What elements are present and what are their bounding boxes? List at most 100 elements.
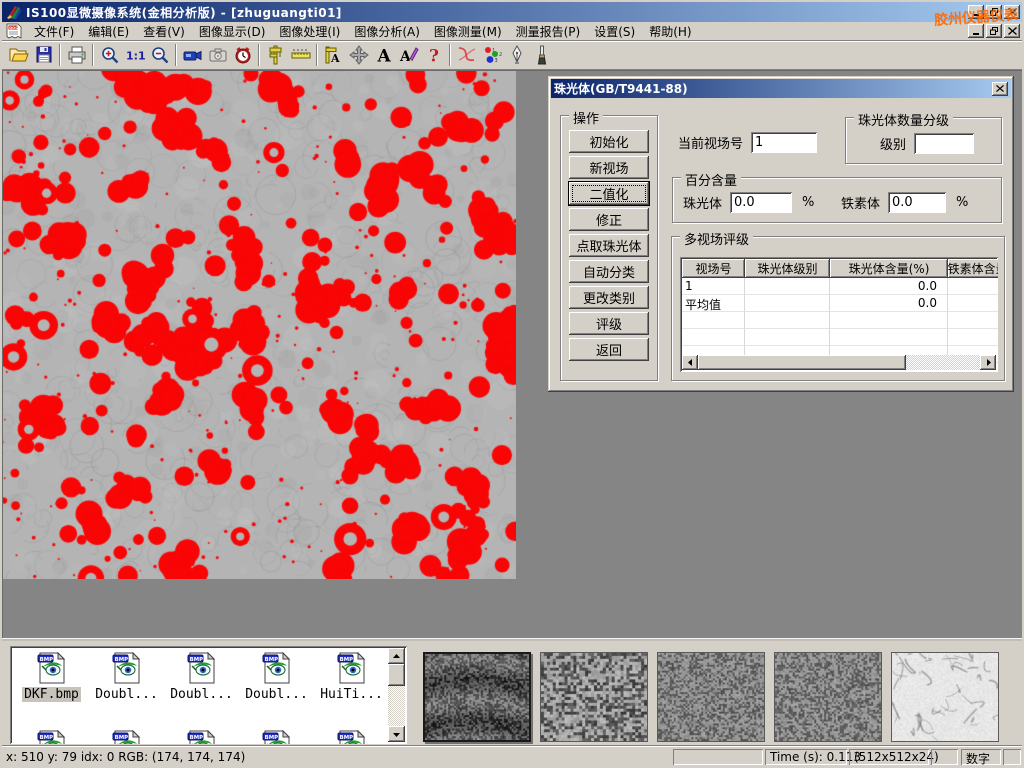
bmp-file-icon: BMP xyxy=(111,652,143,684)
table-row[interactable] xyxy=(682,312,998,329)
pearlite-percent-input[interactable] xyxy=(730,192,792,213)
video-camera-button[interactable] xyxy=(180,43,205,67)
mdi-minimize-button[interactable] xyxy=(968,24,984,38)
file-item-2[interactable]: BMPDoubl... xyxy=(164,652,239,702)
dialog-close-button[interactable] xyxy=(992,82,1008,96)
op-button-2[interactable]: 二值化 xyxy=(569,182,649,205)
classify-button[interactable]: 123 xyxy=(479,43,504,67)
preview-thumbnail-3[interactable] xyxy=(774,652,882,742)
ruler-button[interactable] xyxy=(288,43,313,67)
toolbar-separator xyxy=(258,44,260,66)
menu-item-9[interactable]: 帮助(H) xyxy=(642,21,698,42)
op-button-5[interactable]: 自动分类 xyxy=(569,260,649,283)
file-item-row2-1[interactable]: BMP xyxy=(89,730,164,744)
minimize-button[interactable] xyxy=(968,5,984,19)
preview-thumbnail-2[interactable] xyxy=(657,652,765,742)
open-folder-button[interactable] xyxy=(6,43,31,67)
menu-item-8[interactable]: 设置(S) xyxy=(587,21,642,42)
actual-size-button[interactable]: 1:1 xyxy=(122,43,147,67)
zoom-out-button[interactable] xyxy=(147,43,172,67)
menu-item-0[interactable]: 文件(F) xyxy=(27,21,81,42)
file-scroll-thumb[interactable] xyxy=(388,664,405,686)
help-button[interactable]: ? xyxy=(421,43,446,67)
print-button[interactable] xyxy=(64,43,89,67)
dialog-title-bar[interactable]: 珠光体(GB/T9441-88) xyxy=(551,79,1011,98)
table-header-1[interactable]: 珠光体级别 xyxy=(745,259,830,278)
table-hscrollbar[interactable] xyxy=(682,355,996,370)
micrograph-image[interactable] xyxy=(3,71,516,579)
menu-item-3[interactable]: 图像显示(D) xyxy=(192,21,273,42)
op-button-3[interactable]: 修正 xyxy=(569,208,649,231)
file-item-4[interactable]: BMPHuiTi... xyxy=(314,652,389,702)
menu-item-7[interactable]: 测量报告(P) xyxy=(509,21,588,42)
table-row[interactable]: 平均值0.0 xyxy=(682,295,998,312)
table-header-2[interactable]: 珠光体含量(%) xyxy=(830,259,948,278)
preview-thumbnail-1[interactable] xyxy=(540,652,648,742)
file-name[interactable]: HuiTi... xyxy=(318,687,385,702)
scroll-right-arrow[interactable] xyxy=(980,355,996,370)
workspace: 珠光体(GB/T9441-88) 操作 初始化新视场二值化修正点取珠光体自动分类… xyxy=(2,70,1022,638)
move-button[interactable] xyxy=(346,43,371,67)
annotate-button[interactable]: A xyxy=(396,43,421,67)
current-field-input[interactable] xyxy=(751,132,817,153)
scroll-thumb[interactable] xyxy=(698,355,906,370)
bmp-file-icon: BMP xyxy=(336,730,368,744)
file-item-1[interactable]: BMP Doubl... xyxy=(89,652,164,702)
op-button-8[interactable]: 返回 xyxy=(569,338,649,361)
curve-button[interactable] xyxy=(454,43,479,67)
zoom-in-button[interactable] xyxy=(97,43,122,67)
close-button[interactable] xyxy=(1004,5,1020,19)
file-name[interactable]: Doubl... xyxy=(93,687,160,702)
file-name[interactable]: Doubl... xyxy=(243,687,310,702)
op-button-7[interactable]: 评级 xyxy=(569,312,649,335)
timer-button[interactable] xyxy=(230,43,255,67)
menu-item-5[interactable]: 图像分析(A) xyxy=(347,21,427,42)
level-input[interactable] xyxy=(914,133,974,154)
measure-text-button[interactable]: A xyxy=(321,43,346,67)
menu-item-1[interactable]: 编辑(E) xyxy=(81,21,136,42)
table-row[interactable]: 10.0 xyxy=(682,278,998,295)
file-item-row2-0[interactable]: BMP xyxy=(14,730,89,744)
capture-button[interactable] xyxy=(205,43,230,67)
table-header-0[interactable]: 视场号 xyxy=(682,259,745,278)
preview-thumbnail-4[interactable] xyxy=(891,652,999,742)
annotate-icon: A xyxy=(399,45,419,65)
text-button[interactable]: A xyxy=(371,43,396,67)
scroll-track[interactable] xyxy=(698,355,980,370)
save-button[interactable] xyxy=(31,43,56,67)
brush-button[interactable] xyxy=(529,43,554,67)
file-item-row2-3[interactable]: BMP xyxy=(239,730,314,744)
caliper-button[interactable] xyxy=(263,43,288,67)
scroll-left-arrow[interactable] xyxy=(682,355,698,370)
brush-icon xyxy=(532,45,552,65)
ferrite-percent-input[interactable] xyxy=(888,192,946,213)
menu-item-2[interactable]: 查看(V) xyxy=(136,21,192,42)
svg-text:3: 3 xyxy=(494,58,497,64)
op-button-6[interactable]: 更改类别 xyxy=(569,286,649,309)
menu-item-4[interactable]: 图像处理(I) xyxy=(272,21,347,42)
table-header-3[interactable]: 铁素体含量(%) xyxy=(948,259,998,278)
op-button-0[interactable]: 初始化 xyxy=(569,130,649,153)
file-item-row2-4[interactable]: BMP xyxy=(314,730,389,744)
file-item-row2-2[interactable]: BMP xyxy=(164,730,239,744)
rating-table[interactable]: 视场号珠光体级别珠光体含量(%)铁素体含量(%)10.0平均值0.0 xyxy=(680,257,998,372)
file-name[interactable]: DKF.bmp xyxy=(22,687,81,702)
file-name[interactable]: Doubl... xyxy=(168,687,235,702)
op-button-1[interactable]: 新视场 xyxy=(569,156,649,179)
pearlite-label: 珠光体 xyxy=(683,193,722,212)
restore-button[interactable] xyxy=(986,5,1002,19)
file-item-0[interactable]: BMP DKF.bmp xyxy=(14,652,89,702)
multifield-group-label: 多视场评级 xyxy=(680,229,753,248)
pen-button[interactable] xyxy=(504,43,529,67)
scroll-down-arrow[interactable] xyxy=(388,726,405,742)
op-button-4[interactable]: 点取珠光体 xyxy=(569,234,649,257)
mdi-close-button[interactable] xyxy=(1004,24,1020,38)
mdi-restore-button[interactable] xyxy=(986,24,1002,38)
preview-thumbnail-0[interactable] xyxy=(423,652,531,742)
file-item-3[interactable]: BMPDoubl... xyxy=(239,652,314,702)
menu-item-6[interactable]: 图像测量(M) xyxy=(427,21,509,42)
file-vscrollbar[interactable] xyxy=(388,648,405,742)
table-row[interactable] xyxy=(682,329,998,346)
svg-text:BMP: BMP xyxy=(39,657,52,663)
scroll-up-arrow[interactable] xyxy=(388,648,405,664)
